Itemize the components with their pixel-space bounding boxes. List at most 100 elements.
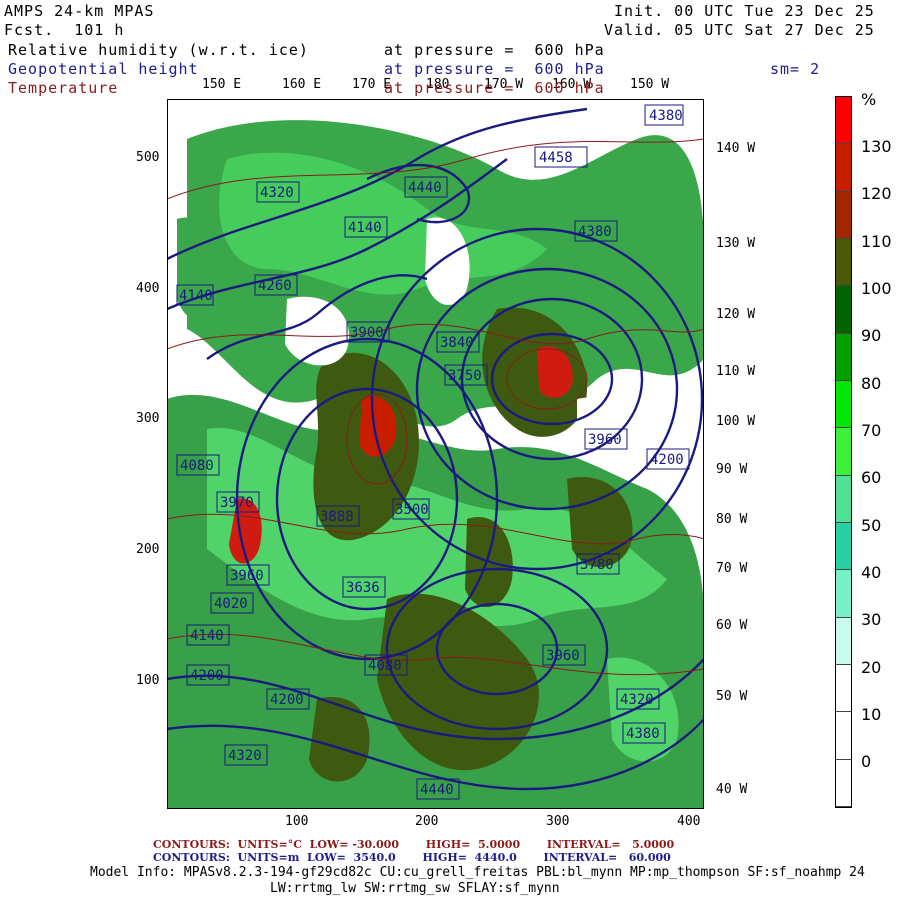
field-height-level: at pressure = 600 hPa: [384, 60, 605, 78]
lon-label-90w: 90 W: [716, 462, 748, 477]
height-label: 4320: [228, 748, 262, 764]
x-tick-400: 400: [677, 814, 701, 829]
y-tick-200: 200: [136, 542, 160, 557]
colorbar-label: 80: [861, 374, 882, 393]
colorbar-label: 130: [861, 137, 892, 156]
height-label: 4140: [348, 220, 382, 236]
temp-contour-info: CONTOURS: UNITS=°C LOW= -30.000 HIGH= 5.…: [153, 838, 675, 851]
height-label: 4020: [214, 596, 248, 612]
lon-label-120w: 120 W: [716, 307, 756, 322]
lon-label-50w: 50 W: [716, 689, 748, 704]
height-label: 3750: [448, 368, 482, 384]
height-label: 3888: [320, 509, 354, 525]
height-label: 4380: [578, 224, 612, 240]
height-label: 3900: [350, 325, 384, 341]
field-rh-name: Relative humidity (w.r.t. ice): [8, 41, 309, 59]
colorbar-label: 70: [861, 421, 882, 440]
height-label: 4260: [258, 278, 292, 294]
colorbar-segment: [836, 238, 851, 287]
height-label: 4380: [649, 108, 683, 124]
model-title: AMPS 24-km MPAS: [4, 2, 155, 20]
colorbar-segment: [836, 475, 851, 523]
lon-label-70w: 70 W: [716, 561, 748, 576]
colorbar-segment: [836, 759, 851, 807]
height-label: 3840: [440, 335, 474, 351]
height-label: 4458: [539, 150, 573, 166]
colorbar-segment: [836, 617, 851, 665]
lon-label-140w: 140 W: [716, 141, 756, 156]
colorbar: [835, 96, 852, 808]
y-tick-400: 400: [136, 281, 160, 296]
lon-label-150w: 150 W: [630, 77, 670, 92]
colorbar-label: 90: [861, 326, 882, 345]
colorbar-segment: [836, 97, 851, 145]
x-tick-100: 100: [285, 814, 309, 829]
field-temp-name: Temperature: [8, 79, 119, 97]
lon-label-130w: 130 W: [716, 236, 756, 251]
colorbar-segment: [836, 664, 851, 713]
height-contour-info: CONTOURS: UNITS=m LOW= 3540.0 HIGH= 4440…: [153, 851, 671, 864]
colorbar-label: 120: [861, 184, 892, 203]
height-label: 3780: [580, 557, 614, 573]
height-label: 4200: [190, 668, 224, 684]
height-label: 4440: [420, 782, 454, 798]
model-info: Model Info: MPASv8.2.3-194-gf29cd82c CU:…: [90, 865, 865, 880]
lon-label-80w: 80 W: [716, 512, 748, 527]
colorbar-unit: %: [861, 90, 877, 109]
lon-label-40w: 40 W: [716, 782, 748, 797]
height-label: 3636: [346, 580, 380, 596]
colorbar-label: 20: [861, 658, 882, 677]
height-label: 4320: [620, 692, 654, 708]
colorbar-label: 10: [861, 705, 882, 724]
x-tick-200: 200: [415, 814, 439, 829]
colorbar-label: 60: [861, 468, 882, 487]
field-temp-level: at pressure = 600 hPa: [384, 79, 605, 97]
height-label: 4320: [260, 185, 294, 201]
lon-label-60w: 60 W: [716, 618, 748, 633]
y-tick-300: 300: [136, 411, 160, 426]
colorbar-segment: [836, 333, 851, 381]
colorbar-label: 50: [861, 516, 882, 535]
forecast-hour: Fcst. 101 h: [4, 21, 125, 39]
colorbar-segment: [836, 522, 851, 571]
field-rh-level: at pressure = 600 hPa: [384, 41, 605, 59]
colorbar-segment: [836, 380, 851, 429]
x-tick-300: 300: [546, 814, 570, 829]
height-label: 3960: [230, 568, 264, 584]
y-tick-500: 500: [136, 150, 160, 165]
height-label: 4140: [190, 628, 224, 644]
height-label: 3970: [220, 495, 254, 511]
height-label: 4440: [408, 180, 442, 196]
colorbar-segment: [836, 428, 851, 476]
height-label: 4380: [626, 726, 660, 742]
height-label: 4080: [368, 658, 402, 674]
weather-map: 4380 4458 4440 4320 4140 4380 4260 4140 …: [167, 99, 704, 809]
height-label: 4200: [270, 692, 304, 708]
init-time: Init. 00 UTC Tue 23 Dec 25: [614, 2, 875, 20]
colorbar-label: 30: [861, 610, 882, 629]
smoothing-label: sm= 2: [770, 60, 821, 78]
height-label: 3500: [395, 502, 429, 518]
height-label: 4080: [180, 458, 214, 474]
colorbar-label: 40: [861, 563, 882, 582]
height-label: 3960: [588, 432, 622, 448]
y-tick-100: 100: [136, 673, 160, 688]
lon-label-150e: 150 E: [202, 77, 242, 92]
model-info-physics: LW:rrtmg_lw SW:rrtmg_sw SFLAY:sf_mynn: [270, 881, 560, 896]
colorbar-segment: [836, 144, 851, 192]
colorbar-segment: [836, 286, 851, 334]
field-height-name: Geopotential height: [8, 60, 199, 78]
lon-label-160e: 160 E: [282, 77, 322, 92]
colorbar-segment: [836, 712, 851, 760]
colorbar-segment: [836, 570, 851, 618]
colorbar-segment: [836, 191, 851, 239]
height-label: 4140: [179, 288, 213, 304]
height-label: 4200: [650, 452, 684, 468]
colorbar-label: 0: [861, 752, 872, 771]
lon-label-100w: 100 W: [716, 414, 756, 429]
valid-time: Valid. 05 UTC Sat 27 Dec 25: [604, 21, 875, 39]
colorbar-label: 100: [861, 279, 892, 298]
lon-label-110w: 110 W: [716, 364, 756, 379]
colorbar-label: 110: [861, 232, 892, 251]
height-label: 3960: [546, 648, 580, 664]
